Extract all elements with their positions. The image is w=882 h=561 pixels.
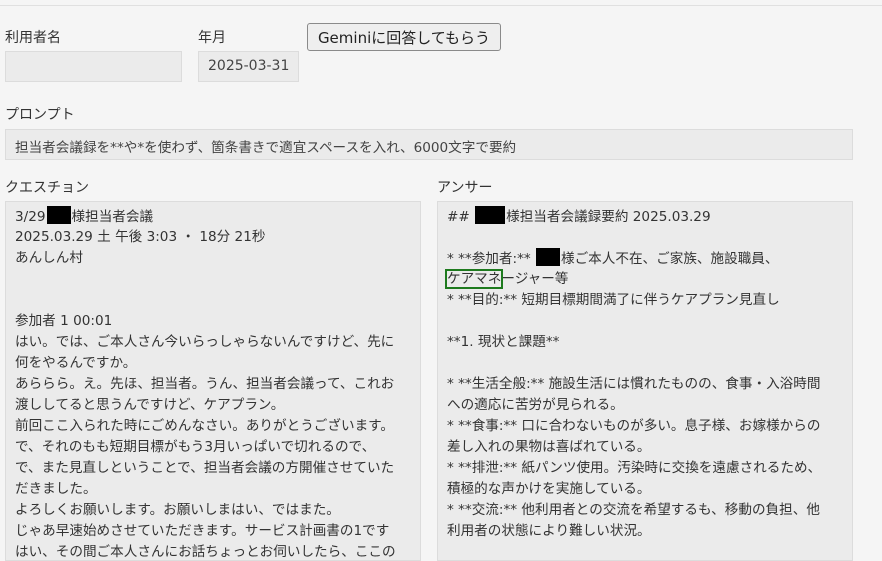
question-label: クエスチョン <box>5 180 89 196</box>
question-line: じゃあ早速始めさせていただきます。サービス計画書の1です <box>15 523 390 539</box>
answer-line: ## 様担当者会議録要約 2025.03.29 <box>447 206 843 227</box>
answer-line: * **食事:** 口に合わないものが多い。息子様、お嫁様からの <box>447 418 821 434</box>
top-divider <box>0 5 882 6</box>
answer-label: アンサー <box>437 180 493 196</box>
highlighted-term: ケアマネ <box>444 269 504 289</box>
question-line: はい。では、ご本人さん今いらっしゃらないんですけど、先に <box>15 334 395 350</box>
prompt-label: プロンプト <box>5 107 75 123</box>
question-line: で、それのもも短期目標がもう3月いっぱいで切れるので、 <box>15 439 376 455</box>
answer-line: への適応に苦労が見られる。 <box>447 397 624 413</box>
answer-line: * **目的:** 短期目標期間満了に伴うケアプラン見直し <box>447 292 780 308</box>
answer-line: * **生活全般:** 施設生活には慣れたものの、食事・入浴時間 <box>447 376 821 392</box>
answer-line: 差し入れの果物は喜ばれている。 <box>447 439 651 455</box>
answer-line: 利用者の状態により難しい状況。 <box>447 523 651 539</box>
year-month-value: 2025-03-31 <box>208 58 290 74</box>
question-line: あんしん村 <box>15 250 83 266</box>
answer-textarea[interactable]: ## 様担当者会議録要約 2025.03.29 * **参加者:** 様ご本人不… <box>437 201 853 561</box>
prompt-field[interactable]: 担当者会議録を**や*を使わず、箇条書きで適宜スペースを入れ、6000文字で要約 <box>5 129 853 160</box>
question-line: 2025.03.29 土 午後 3:03 ・ 18分 21秒 <box>15 229 266 245</box>
question-line: 前回ここ入られた時にごめんなさい。ありがとうございます。 <box>15 418 394 434</box>
answer-line: 積極的な声かけを実施している。 <box>447 481 651 497</box>
redaction-box <box>475 206 506 224</box>
ask-gemini-button[interactable]: Geminiに回答してもらう <box>307 23 501 51</box>
question-line: よろしくお願いします。お願いしまはい、ではまた。 <box>15 502 340 518</box>
question-line: はい、その間ご本人さんにお話ちょっとお伺いしたら、ここの <box>15 544 396 560</box>
answer-line: * **排泄:** 紙パンツ使用。汚染時に交換を遠慮されるため、 <box>447 460 822 476</box>
answer-line: ケアマネージャー等 <box>444 269 569 289</box>
answer-line: **1. 現状と課題** <box>447 334 560 350</box>
question-line: 渡ししてると思うんですけど、ケアプラン。 <box>15 397 285 413</box>
question-line: だきました。 <box>15 481 97 497</box>
question-line: 3/29 様担当者会議 <box>15 206 411 227</box>
question-line: 何をやるんですか。 <box>15 355 137 371</box>
answer-line: * **参加者:** 様ご本人不在、ご家族、施設職員、 <box>447 248 843 269</box>
question-textarea[interactable]: 3/29 様担当者会議 2025.03.29 土 午後 3:03 ・ 18分 21… <box>5 201 421 561</box>
year-month-field[interactable]: 2025-03-31 <box>198 51 299 82</box>
prompt-value: 担当者会議録を**や*を使わず、箇条書きで適宜スペースを入れ、6000文字で要約 <box>15 140 517 156</box>
answer-line <box>447 353 843 374</box>
question-line: あららら。え。先ほ、担当者。うん、担当者会議って、これお <box>15 376 395 392</box>
user-name-field[interactable] <box>5 51 182 82</box>
answer-line <box>447 311 843 332</box>
question-line <box>15 290 411 311</box>
user-name-label: 利用者名 <box>5 30 61 46</box>
year-month-label: 年月 <box>198 30 226 46</box>
question-line <box>15 269 411 290</box>
redaction-box <box>536 248 560 266</box>
question-line: で、また見直しということで、担当者会議の方開催させていた <box>15 460 395 476</box>
answer-line: * **交流:** 他利用者との交流を希望するも、移動の負担、他 <box>447 502 820 518</box>
answer-line <box>447 227 843 248</box>
question-line: 参加者 1 00:01 <box>15 313 113 329</box>
redaction-box <box>46 206 71 224</box>
